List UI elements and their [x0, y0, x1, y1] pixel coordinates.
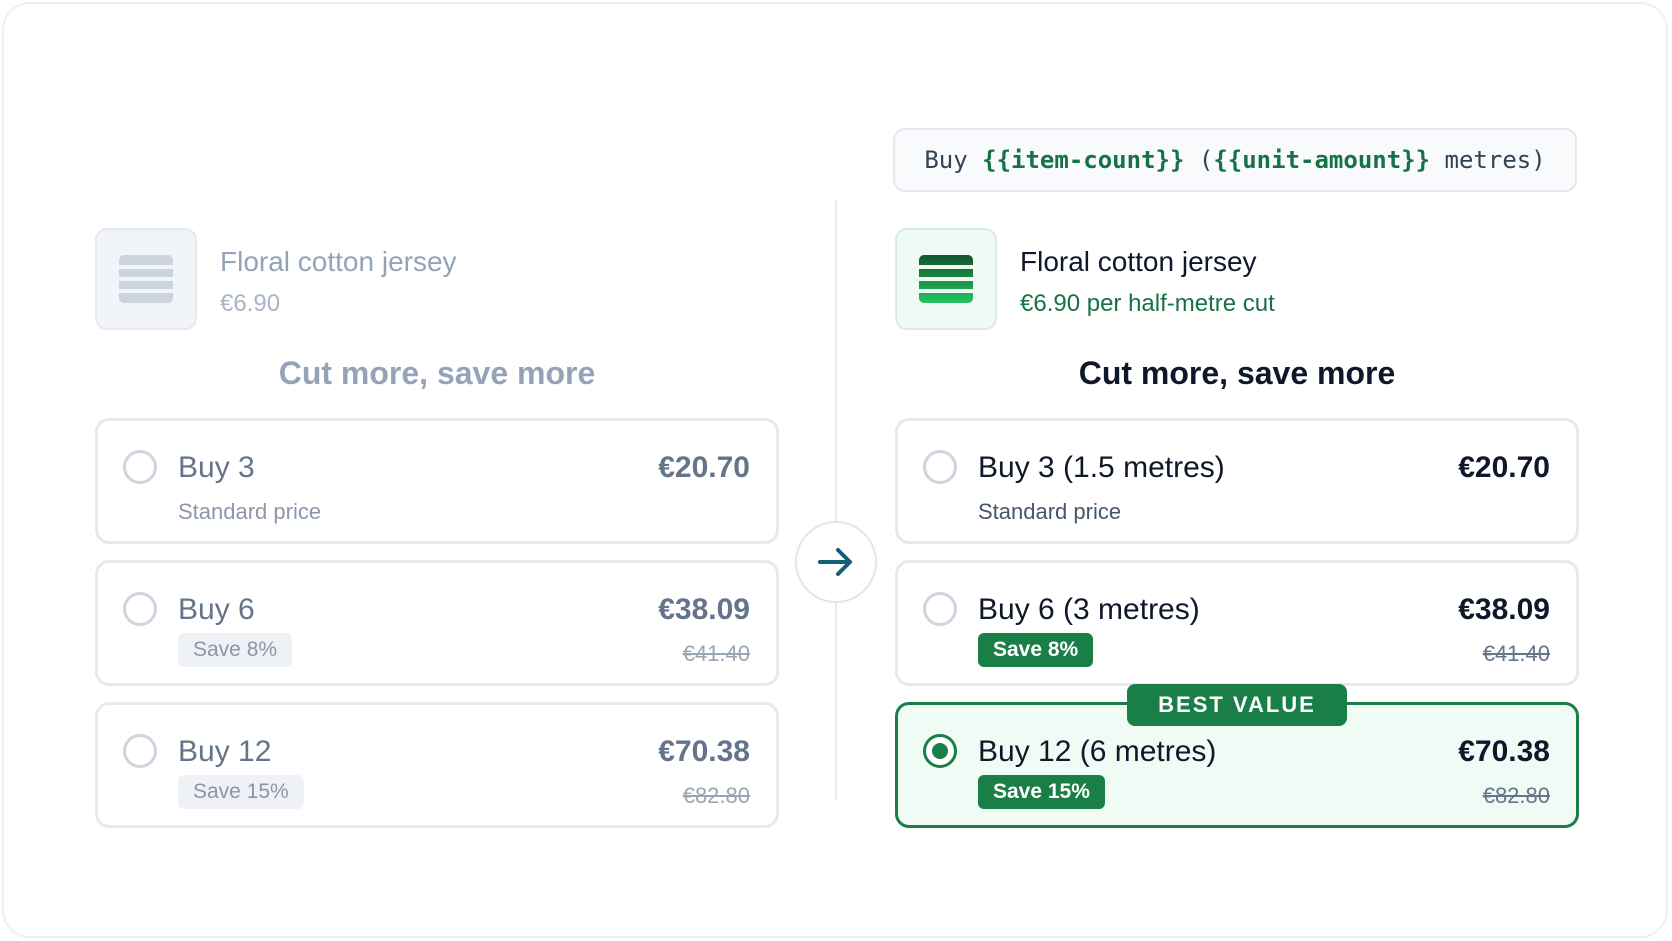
- product-summary: Floral cotton jersey €6.90 per half-metr…: [895, 228, 1579, 330]
- tier-option-buy-12[interactable]: Buy 12 Save 15% €70.38 €82.80: [95, 702, 779, 828]
- arrow-right-icon: [818, 548, 852, 576]
- radio-icon[interactable]: [923, 592, 957, 626]
- template-var-unit-amount: {{unit-amount}}: [1213, 146, 1431, 174]
- tier-option-buy-6[interactable]: Buy 6 (3 metres) Save 8% €38.09 €41.40: [895, 560, 1579, 686]
- tier-title: Buy 12: [178, 735, 272, 768]
- tier-title: Buy 6: [178, 593, 255, 626]
- transition-arrow: [795, 521, 877, 603]
- tier-subtitle: Standard price: [978, 499, 1122, 524]
- tier-original-price: €82.80: [682, 783, 750, 808]
- tier-original-price: €41.40: [682, 641, 750, 666]
- product-name: Floral cotton jersey: [220, 246, 457, 277]
- fabric-swatch-icon: [119, 255, 173, 303]
- offer-heading: Cut more, save more: [1078, 355, 1396, 391]
- discount-badge: Save 15%: [178, 775, 304, 809]
- tier-price: €70.38: [658, 735, 750, 768]
- template-var-item-count: {{item-count}}: [982, 146, 1185, 174]
- tier-price: €20.70: [1458, 451, 1550, 484]
- tier-original-price: €82.80: [1482, 783, 1550, 808]
- template-mid: (: [1184, 146, 1214, 174]
- radio-icon[interactable]: [923, 450, 957, 484]
- tier-price: €20.70: [658, 451, 750, 484]
- radio-icon[interactable]: [123, 592, 157, 626]
- offer-heading: Cut more, save more: [278, 355, 596, 391]
- tier-title: Buy 3: [178, 451, 255, 484]
- title-template: Buy {{item-count}} ({{unit-amount}} metr…: [893, 128, 1577, 192]
- radio-icon[interactable]: [123, 734, 157, 768]
- radio-icon[interactable]: [123, 450, 157, 484]
- product-thumbnail: [895, 228, 997, 330]
- tier-option-buy-6[interactable]: Buy 6 Save 8% €38.09 €41.40: [95, 560, 779, 686]
- tier-original-price: €41.40: [1482, 641, 1550, 666]
- template-prefix: Buy: [924, 146, 983, 174]
- product-summary: Floral cotton jersey €6.90: [95, 228, 779, 330]
- template-suffix: metres): [1430, 146, 1546, 174]
- best-value-badge: BEST VALUE: [1127, 684, 1347, 726]
- product-thumbnail: [95, 228, 197, 330]
- tier-option-buy-3[interactable]: Buy 3 (1.5 metres) Standard price €20.70: [895, 418, 1579, 544]
- product-price: €6.90 per half-metre cut: [1020, 290, 1275, 317]
- tier-option-buy-3[interactable]: Buy 3 Standard price €20.70: [95, 418, 779, 544]
- tier-price: €38.09: [1458, 593, 1550, 626]
- tier-title: Buy 6 (3 metres): [978, 593, 1200, 626]
- tier-title: Buy 12 (6 metres): [978, 735, 1217, 768]
- tier-price: €38.09: [658, 593, 750, 626]
- discount-badge: Save 15%: [978, 775, 1105, 809]
- product-name: Floral cotton jersey: [1020, 246, 1257, 277]
- product-price: €6.90: [220, 290, 281, 317]
- discount-badge: Save 8%: [178, 633, 293, 667]
- fabric-swatch-icon: [919, 255, 973, 303]
- tier-title: Buy 3 (1.5 metres): [978, 451, 1225, 484]
- radio-selected-icon[interactable]: [923, 734, 957, 768]
- discount-badge: Save 8%: [978, 633, 1094, 667]
- tier-subtitle: Standard price: [178, 499, 322, 524]
- divider: [835, 200, 837, 800]
- tier-price: €70.38: [1458, 735, 1550, 768]
